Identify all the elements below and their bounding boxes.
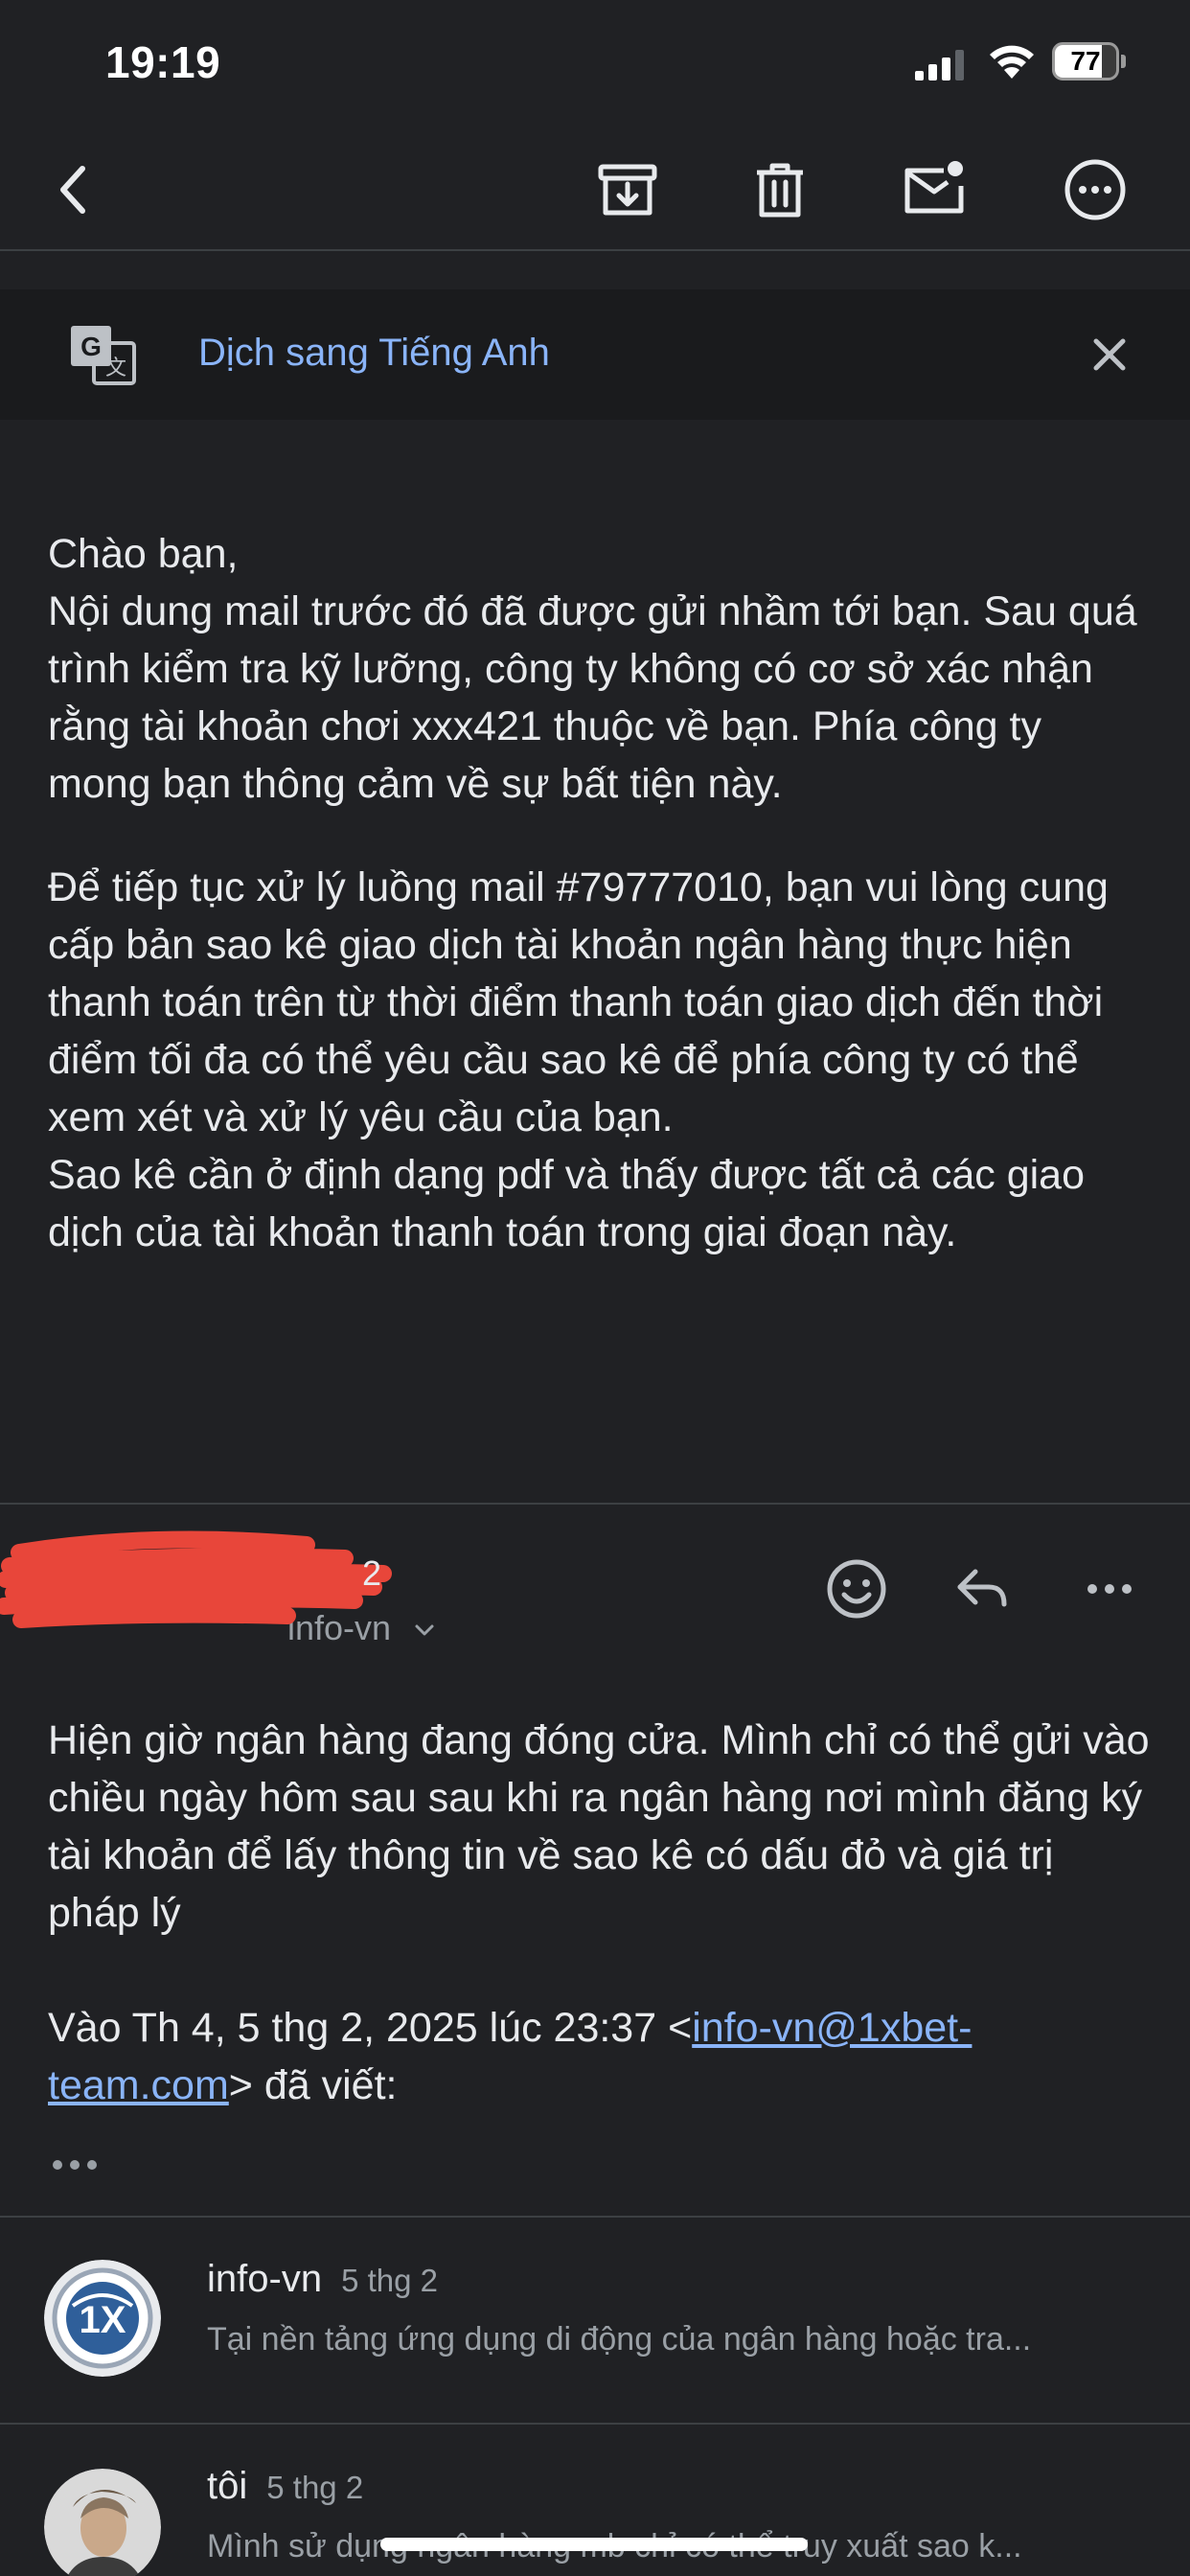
quote-suffix: > đã viết: (228, 2062, 398, 2108)
message-1-line: Chào bạn, (48, 531, 239, 577)
quote-prefix: Vào Th 4, 5 thg 2, 2025 lúc 23:37 < (48, 2005, 693, 2051)
avatar (44, 2469, 161, 2576)
avatar: 1X (44, 2260, 161, 2377)
thread-sender-name: info-vn (207, 2258, 323, 2300)
message-toolbar (0, 128, 1190, 251)
cellular-signal-icon (915, 50, 964, 80)
message-2-header: info-vn 2 (0, 1505, 1190, 1668)
mark-unread-button[interactable] (898, 153, 971, 226)
thread-date: 5 thg 2 (266, 2470, 364, 2505)
redaction-scribble: 2 (0, 1530, 392, 1628)
thread-sender: tôi 5 thg 2 (207, 2465, 363, 2508)
thread-snippet: Tại nền tảng ứng dụng di động của ngân h… (207, 2321, 1032, 2358)
message-2-body: Hiện giờ ngân hàng đang đóng cửa. Mình c… (48, 1712, 1150, 2114)
translate-bar: G 文 Dịch sang Tiếng Anh (0, 289, 1190, 420)
status-bar: 19:19 77 (0, 0, 1190, 128)
svg-text:文: 文 (105, 356, 126, 380)
message-1-line: Nội dung mail trước đó đã được gửi nhầm … (48, 588, 1137, 807)
thread-date: 5 thg 2 (341, 2263, 438, 2298)
svg-text:G: G (80, 332, 102, 361)
close-icon[interactable] (1085, 330, 1134, 380)
archive-button[interactable] (591, 153, 664, 226)
message-1-body: Chào bạn, Nội dung mail trước đó đã được… (48, 525, 1150, 1307)
ellipsis-icon[interactable] (48, 2150, 105, 2179)
more-horizontal-icon (1087, 1584, 1132, 1594)
home-indicator[interactable] (380, 2538, 808, 2551)
quoted-header: Vào Th 4, 5 thg 2, 2025 lúc 23:37 <info-… (48, 1999, 1150, 2114)
svg-text:2: 2 (362, 1553, 381, 1593)
thread-item[interactable]: tôi5 thg 2 Mình sử dụng ngân hàng mb chỉ… (0, 2425, 1190, 2576)
delete-button[interactable] (744, 153, 816, 226)
more-horizontal-icon (1064, 159, 1126, 220)
trash-icon (757, 163, 803, 218)
chevron-down-icon (415, 1624, 434, 1636)
thread-sender-name: tôi (207, 2465, 248, 2507)
message-1-paragraph: Chào bạn, Nội dung mail trước đó đã được… (48, 525, 1150, 813)
archive-icon (598, 164, 657, 216)
message-more-button[interactable] (1073, 1552, 1146, 1625)
reply-icon (957, 1569, 1007, 1607)
message-1-line: Để tiếp tục xử lý luồng mail #79777010, … (48, 864, 1109, 1140)
wifi-icon (990, 45, 1034, 79)
svg-text:1X: 1X (80, 2299, 126, 2341)
chevron-left-icon (60, 166, 85, 214)
thread-item[interactable]: 1X info-vn 5 thg 2 Tại nền tảng ứng dụng … (0, 2218, 1190, 2425)
mail-unread-icon (904, 161, 964, 214)
message-2-text: Hiện giờ ngân hàng đang đóng cửa. Mình c… (48, 1717, 1150, 1936)
message-1-line: Sao kê cần ở định dạng pdf và thấy được … (48, 1152, 1086, 1255)
reply-button[interactable] (947, 1552, 1019, 1625)
more-options-button[interactable] (1059, 153, 1132, 226)
emoji-reaction-icon (827, 1559, 886, 1619)
battery-level: 77 (1070, 46, 1101, 76)
translate-link[interactable]: Dịch sang Tiếng Anh (198, 332, 550, 375)
message-1-paragraph: Để tiếp tục xử lý luồng mail #79777010, … (48, 859, 1150, 1261)
thread-sender: info-vn 5 thg 2 (207, 2258, 438, 2301)
status-time: 19:19 (105, 37, 221, 87)
battery-indicator: 77 (1052, 42, 1127, 80)
back-button[interactable] (38, 153, 111, 226)
add-reaction-button[interactable] (820, 1552, 893, 1625)
translate-icon: G 文 (71, 326, 136, 385)
